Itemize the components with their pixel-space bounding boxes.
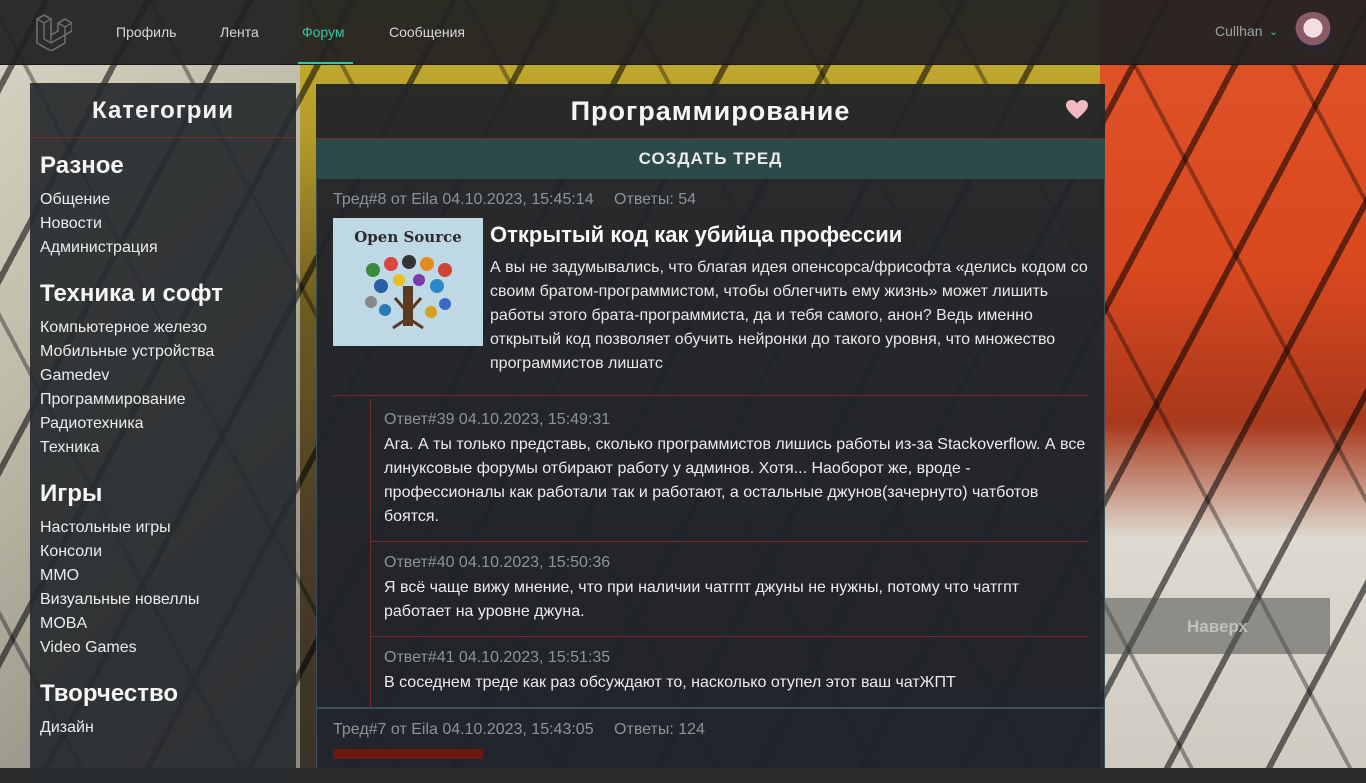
category-link[interactable]: Консоли (40, 540, 296, 564)
category-group: Техника и софт Компьютерное железо Мобил… (40, 280, 296, 460)
category-group: Творчество Дизайн (40, 680, 296, 740)
category-link[interactable]: Дизайн (40, 716, 296, 740)
nav-link-feed[interactable]: Лента (220, 24, 259, 40)
category-link[interactable]: Техника (40, 436, 296, 460)
thread-card[interactable]: Тред#8 от Eila 04.10.2023, 15:45:14 Отве… (316, 179, 1105, 708)
category-group: Игры Настольные игры Консоли MMO Визуаль… (40, 480, 296, 660)
sidebar-title: Категогрии (92, 97, 234, 124)
divider (30, 137, 296, 138)
nav-link-profile[interactable]: Профиль (116, 24, 176, 40)
scroll-to-top-button[interactable]: Наверх (1105, 598, 1330, 654)
category-link[interactable]: Video Games (40, 636, 296, 660)
reply-text: Я всё чаще вижу мнение, что при наличии … (384, 579, 1020, 620)
thread-card[interactable]: Тред#7 от Eila 04.10.2023, 15:43:05 Отве… (316, 708, 1105, 768)
reply-item: Ответ#41 04.10.2023, 15:51:35 В соседнем… (370, 637, 1088, 707)
category-link[interactable]: Общение (40, 188, 296, 212)
create-thread-button[interactable]: СОЗДАТЬ ТРЕД (316, 139, 1105, 179)
category-title: Разное (40, 152, 124, 179)
replies-list: Ответ#39 04.10.2023, 15:49:31 Ага. А ты … (370, 399, 1088, 707)
categories-sidebar: Категогрии Разное Общение Новости Админи… (30, 83, 296, 783)
category-link[interactable]: Визуальные новеллы (40, 588, 296, 612)
reply-text: В соседнем треде как раз обсуждают то, н… (384, 674, 956, 691)
reply-meta: Ответ#40 04.10.2023, 15:50:36 (384, 554, 611, 571)
reply-meta: Ответ#39 04.10.2023, 15:49:31 (384, 411, 611, 428)
category-link[interactable]: Радиотехника (40, 412, 296, 436)
thread-header: Тред#7 от Eila 04.10.2023, 15:43:05 (333, 721, 594, 738)
thread-body: Open Source Открытый код как убийца проф… (317, 209, 1104, 399)
forum-main-panel: Программирование СОЗДАТЬ ТРЕД Тред#8 от … (316, 84, 1105, 768)
thread-answers-count: Ответы: 54 (614, 191, 697, 208)
avatar[interactable] (1293, 12, 1333, 52)
thread-answers-count: Ответы: 124 (614, 721, 705, 738)
category-title: Игры (40, 480, 103, 507)
reply-item: Ответ#39 04.10.2023, 15:49:31 Ага. А ты … (370, 399, 1088, 542)
active-tab-underline (298, 62, 353, 64)
top-navbar: Профиль Лента Форум Сообщения Cullhan ⌄ (0, 0, 1366, 65)
category-title: Техника и софт (40, 280, 223, 307)
thread-thumbnail[interactable]: Open Source (333, 218, 483, 346)
thread-text: А вы не задумывались, что благая идея оп… (490, 259, 1088, 372)
divider (333, 395, 1088, 396)
forum-header: Программирование (316, 84, 1105, 139)
category-link[interactable]: Новости (40, 212, 296, 236)
category-group: Разное Общение Новости Администрация (40, 152, 296, 260)
thread-header: Тред#8 от Eila 04.10.2023, 15:45:14 (333, 191, 594, 208)
reply-meta: Ответ#41 04.10.2023, 15:51:35 (384, 649, 611, 666)
reply-item: Ответ#40 04.10.2023, 15:50:36 Я всё чаще… (370, 542, 1088, 637)
laravel-logo-icon[interactable] (34, 13, 72, 51)
user-menu-name[interactable]: Cullhan (1215, 23, 1262, 39)
thread-thumbnail[interactable] (333, 749, 483, 759)
category-link[interactable]: Программирование (40, 388, 296, 412)
category-link[interactable]: Администрация (40, 236, 296, 260)
heart-icon[interactable] (1065, 98, 1089, 122)
reply-text: Ага. А ты только представь, сколько прог… (384, 436, 1086, 525)
category-link[interactable]: Мобильные устройства (40, 340, 296, 364)
open-source-tree-icon (365, 255, 452, 330)
category-title: Творчество (40, 680, 179, 707)
thread-meta: Тред#7 от Eila 04.10.2023, 15:43:05 Отве… (317, 709, 1104, 739)
page-title: Программирование (570, 96, 851, 126)
chevron-down-icon[interactable]: ⌄ (1269, 25, 1278, 38)
category-link[interactable]: MOBA (40, 612, 296, 636)
thread-title[interactable]: Открытый код как убийца профессии (490, 222, 902, 248)
nav-link-forum[interactable]: Форум (302, 24, 345, 40)
category-link[interactable]: Компьютерное железо (40, 316, 296, 340)
category-link[interactable]: Настольные игры (40, 516, 296, 540)
thread-meta: Тред#8 от Eila 04.10.2023, 15:45:14 Отве… (317, 179, 1104, 209)
category-link[interactable]: MMO (40, 564, 296, 588)
nav-link-messages[interactable]: Сообщения (389, 24, 465, 40)
category-link[interactable]: Gamedev (40, 364, 296, 388)
